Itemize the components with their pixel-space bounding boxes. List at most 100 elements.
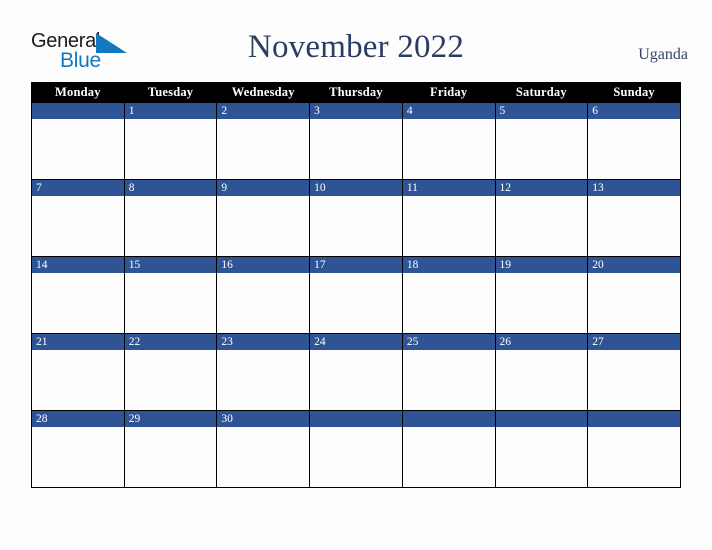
calendar-day-cell[interactable]: 27 [587,333,681,411]
day-number-bar [310,103,402,119]
day-events [591,352,677,408]
day-cell-inner: 9 [217,180,310,256]
calendar-day-cell[interactable]: 12 [494,179,589,257]
day-events [128,198,214,254]
calendar-day-cell[interactable]: 25 [401,333,496,411]
calendar-day-cell[interactable]: 23 [216,333,311,411]
calendar-day-cell[interactable]: 2 [216,102,311,180]
day-cell-inner: 24 [310,334,402,410]
day-number-bar [402,103,495,119]
day-number-bar [402,411,495,427]
calendar-day-cell[interactable]: 16 [216,256,311,334]
day-cell-inner [32,103,124,179]
day-events [406,121,492,177]
calendar-day-cell[interactable] [587,410,681,488]
calendar-day-cell[interactable] [494,410,589,488]
calendar-day-cell[interactable]: 17 [309,256,403,334]
day-events [313,121,399,177]
day-number: 20 [592,259,604,271]
day-events [128,352,214,408]
day-events [499,275,585,331]
day-number: 2 [221,105,228,117]
day-number-bar [217,103,310,119]
calendar-day-cell[interactable] [31,102,125,180]
calendar-day-cell[interactable]: 11 [401,179,496,257]
day-events [220,275,306,331]
day-cell-inner: 2 [217,103,310,179]
day-events [499,429,585,485]
day-cell-inner [310,411,402,487]
day-events [499,121,585,177]
calendar-day-cell[interactable]: 22 [123,333,218,411]
calendar-day-cell[interactable]: 21 [31,333,125,411]
day-events [220,429,306,485]
day-cell-inner: 21 [32,334,124,410]
calendar-day-cell[interactable]: 26 [494,333,589,411]
calendar-day-cell[interactable]: 1 [123,102,218,180]
day-cell-inner [495,411,588,487]
day-cell-inner: 18 [402,257,495,333]
day-cell-inner: 25 [402,334,495,410]
calendar-day-cell[interactable] [401,410,496,488]
day-cell-inner: 27 [588,334,680,410]
calendar-week-row: 7 8 9 10 11 12 13 [31,179,681,257]
calendar-day-cell[interactable]: 8 [123,179,218,257]
day-number: 22 [128,336,141,348]
day-events [591,198,677,254]
day-cell-inner: 29 [124,411,217,487]
page-header: General Blue November 2022 Uganda [0,0,712,82]
day-cell-inner: 11 [402,180,495,256]
calendar-day-cell[interactable]: 5 [494,102,589,180]
day-cell-inner: 14 [32,257,124,333]
day-number: 25 [406,336,419,348]
calendar-day-cell[interactable]: 24 [309,333,403,411]
day-events [406,429,492,485]
calendar-day-cell[interactable]: 4 [401,102,496,180]
day-cell-inner: 4 [402,103,495,179]
day-number-bar [124,103,217,119]
day-cell-inner: 6 [588,103,680,179]
day-number: 23 [221,336,233,348]
day-number: 6 [592,105,598,117]
calendar-day-cell[interactable]: 14 [31,256,125,334]
page-title: November 2022 [247,29,465,65]
day-cell-inner: 15 [124,257,217,333]
calendar-day-cell[interactable]: 20 [587,256,681,334]
day-number: 7 [36,182,42,194]
day-cell-inner: 30 [217,411,310,487]
day-cell-inner: 19 [495,257,588,333]
calendar-day-cell[interactable]: 13 [587,179,681,257]
day-number: 15 [128,259,141,271]
calendar-day-cell[interactable]: 7 [31,179,125,257]
calendar-day-cell[interactable]: 3 [309,102,403,180]
calendar-day-cell[interactable]: 28 [31,410,125,488]
calendar-day-cell[interactable]: 15 [123,256,218,334]
calendar-day-cell[interactable]: 19 [494,256,589,334]
day-events [499,352,585,408]
calendar-day-cell[interactable]: 30 [216,410,311,488]
calendar-week-row: 1 2 3 4 5 6 [31,102,681,180]
day-cell-inner: 23 [217,334,310,410]
weekday-header-monday: Monday [31,82,125,103]
day-cell-inner: 5 [495,103,588,179]
calendar-day-cell[interactable]: 18 [401,256,496,334]
day-number: 8 [128,182,135,194]
day-cell-inner: 13 [588,180,680,256]
day-events [128,429,214,485]
day-number: 5 [499,105,506,117]
day-cell-inner: 12 [495,180,588,256]
day-number-bar [32,180,124,196]
day-number: 30 [221,413,233,425]
calendar-week-row: 14 15 16 17 18 19 20 [31,256,681,334]
calendar-day-cell[interactable]: 9 [216,179,311,257]
day-cell-inner: 16 [217,257,310,333]
day-events [35,275,121,331]
calendar-week-row: 28 29 30 [31,410,681,488]
day-cell-inner: 3 [310,103,402,179]
day-cell-inner: 1 [124,103,217,179]
calendar-day-cell[interactable]: 6 [587,102,681,180]
calendar-day-cell[interactable]: 29 [123,410,218,488]
weekday-header-tuesday: Tuesday [123,82,218,103]
calendar-day-cell[interactable]: 10 [309,179,403,257]
calendar-day-cell[interactable] [309,410,403,488]
